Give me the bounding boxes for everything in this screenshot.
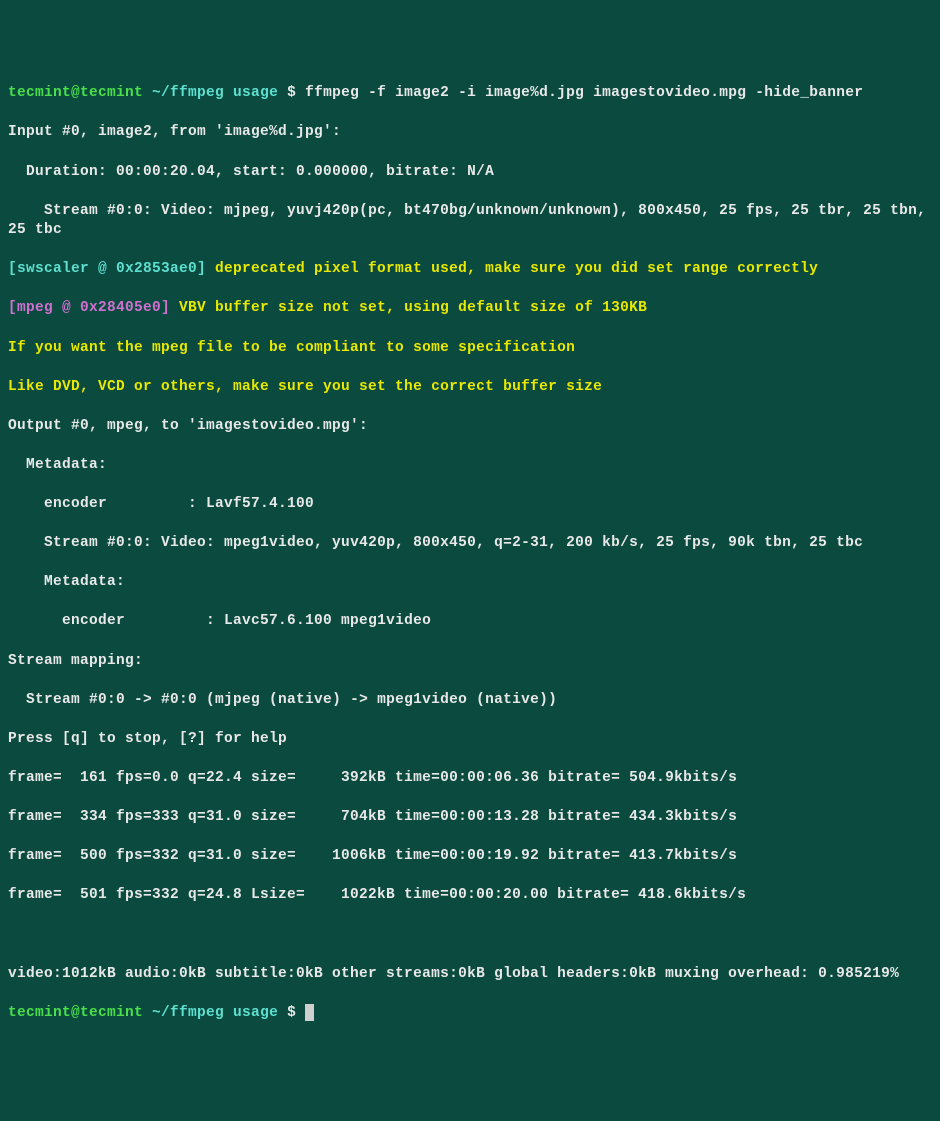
prompt-line-2[interactable]: tecmint@tecmint ~/ffmpeg usage $ bbox=[8, 1004, 932, 1024]
encoder2: encoder : Lavc57.6.100 mpeg1video bbox=[8, 612, 932, 632]
frame-line-2: frame= 334 fps=333 q=31.0 size= 704kB ti… bbox=[8, 808, 932, 828]
mpeg-line: [mpeg @ 0x28405e0] VBV buffer size not s… bbox=[8, 299, 932, 319]
summary-line: video:1012kB audio:0kB subtitle:0kB othe… bbox=[8, 965, 932, 985]
frame-line-4: frame= 501 fps=332 q=24.8 Lsize= 1022kB … bbox=[8, 886, 932, 906]
output-duration: Duration: 00:00:20.04, start: 0.000000, … bbox=[8, 163, 932, 183]
blank-line bbox=[8, 925, 932, 945]
frame-line-3: frame= 500 fps=332 q=31.0 size= 1006kB t… bbox=[8, 847, 932, 867]
user-host: tecmint@tecmint bbox=[8, 85, 143, 101]
cursor-icon bbox=[305, 1004, 314, 1021]
dollar-sign-2: $ bbox=[287, 1005, 296, 1021]
prompt-line: tecmint@tecmint ~/ffmpeg usage $ ffmpeg … bbox=[8, 84, 932, 104]
compliant-line2: Like DVD, VCD or others, make sure you s… bbox=[8, 378, 932, 398]
cwd: ~/ffmpeg usage bbox=[152, 85, 278, 101]
dollar-sign: $ bbox=[287, 85, 296, 101]
stream-out: Stream #0:0: Video: mpeg1video, yuv420p,… bbox=[8, 534, 932, 554]
swscaler-line: [swscaler @ 0x2853ae0] deprecated pixel … bbox=[8, 260, 932, 280]
frame-line-1: frame= 161 fps=0.0 q=22.4 size= 392kB ti… bbox=[8, 769, 932, 789]
command[interactable]: ffmpeg -f image2 -i image%d.jpg imagesto… bbox=[305, 85, 863, 101]
metadata1: Metadata: bbox=[8, 456, 932, 476]
mpeg-msg: VBV buffer size not set, using default s… bbox=[170, 300, 647, 316]
output-input-header: Input #0, image2, from 'image%d.jpg': bbox=[8, 123, 932, 143]
metadata2: Metadata: bbox=[8, 573, 932, 593]
mpeg-tag: [mpeg @ 0x28405e0] bbox=[8, 300, 170, 316]
mapping: Stream #0:0 -> #0:0 (mjpeg (native) -> m… bbox=[8, 691, 932, 711]
swscaler-tag: [swscaler @ 0x2853ae0] bbox=[8, 261, 206, 277]
user-host-2: tecmint@tecmint bbox=[8, 1005, 143, 1021]
press-help: Press [q] to stop, [?] for help bbox=[8, 730, 932, 750]
compliant-line1: If you want the mpeg file to be complian… bbox=[8, 339, 932, 359]
mapping-header: Stream mapping: bbox=[8, 652, 932, 672]
output-stream-in: Stream #0:0: Video: mjpeg, yuvj420p(pc, … bbox=[8, 202, 932, 241]
encoder1: encoder : Lavf57.4.100 bbox=[8, 495, 932, 515]
cwd-2: ~/ffmpeg usage bbox=[152, 1005, 278, 1021]
output-header: Output #0, mpeg, to 'imagestovideo.mpg': bbox=[8, 417, 932, 437]
swscaler-msg: deprecated pixel format used, make sure … bbox=[206, 261, 818, 277]
